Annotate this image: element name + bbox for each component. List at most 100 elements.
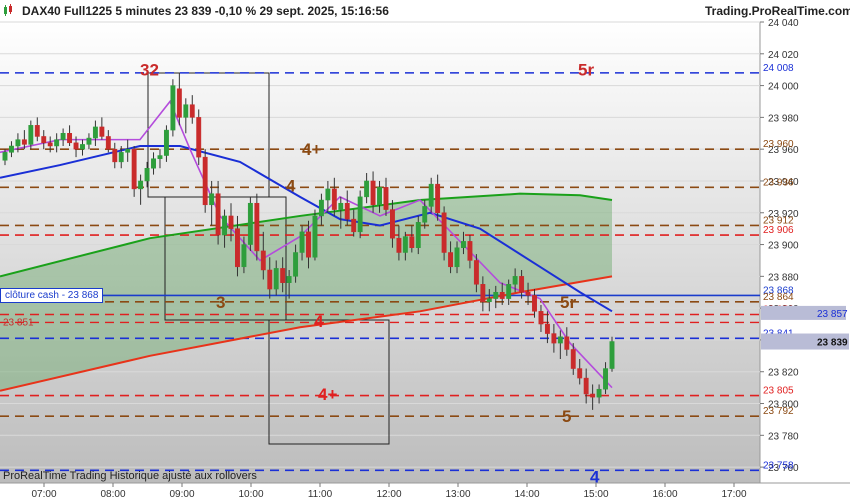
cloture-cash-label: clôture cash - 23 868 <box>0 288 104 304</box>
x-tick-label: 12:00 <box>376 489 401 500</box>
candle-body <box>383 187 389 210</box>
price-chart[interactable]: 23 76023 78023 80023 82023 84023 86023 8… <box>0 0 850 500</box>
candle-body <box>144 167 150 182</box>
candle-body <box>21 139 27 145</box>
candle-body <box>105 136 111 150</box>
candle-body <box>209 193 215 206</box>
level-label: 23 805 <box>763 386 794 397</box>
candle-body <box>402 236 408 253</box>
candle-body <box>396 237 402 253</box>
candle-body <box>364 180 370 198</box>
candle-body <box>415 222 421 248</box>
candle-body <box>9 145 14 153</box>
candle-body <box>357 196 363 233</box>
candle-body <box>176 88 182 118</box>
level-label: 23 864 <box>763 292 794 303</box>
level-annotation: 3 <box>216 293 225 312</box>
candle-body <box>473 260 479 285</box>
candle-body <box>267 269 273 290</box>
candle-body <box>241 244 247 268</box>
candle-body <box>28 125 34 145</box>
candle-body <box>409 236 415 248</box>
candle-body <box>86 137 92 145</box>
candle-body <box>125 148 131 153</box>
y-tick-label: 23 900 <box>768 241 799 252</box>
level-annotation: 5r <box>578 61 594 80</box>
candle-body <box>67 133 73 144</box>
candle-body <box>583 377 589 395</box>
y-tick-label: 23 820 <box>768 368 799 379</box>
candle-body <box>47 142 53 147</box>
candle-body <box>99 126 105 137</box>
y-tick-label: 24 020 <box>768 50 799 61</box>
extra-price-label: 23 857 <box>817 309 848 320</box>
x-tick-label: 10:00 <box>238 489 263 500</box>
candle-body <box>92 126 98 139</box>
candle-body <box>331 188 337 210</box>
left-level-label: 23 851 <box>3 317 34 328</box>
candle-body <box>577 368 583 379</box>
level-annotation: 5r <box>560 293 576 312</box>
candle-body <box>15 139 21 147</box>
candle-body <box>131 148 137 190</box>
candle-body <box>603 368 608 390</box>
candle-body <box>163 129 169 156</box>
x-tick-label: 13:00 <box>445 489 470 500</box>
candle-body <box>538 311 544 325</box>
candle-body <box>73 142 79 150</box>
candle-body <box>280 268 286 283</box>
x-tick-label: 15:00 <box>583 489 608 500</box>
candle-body <box>2 152 8 161</box>
candle-body <box>493 291 499 299</box>
chart-footer: ProRealTime Trading Historique ajusté au… <box>3 470 257 482</box>
candle-body <box>557 336 563 344</box>
level-label: 23 758 <box>763 460 794 471</box>
candle-body <box>80 144 85 150</box>
candle-body <box>235 228 240 268</box>
level-annotation: 4 <box>590 468 600 487</box>
candle-body <box>183 104 189 118</box>
candle-body <box>112 148 118 163</box>
x-tick-label: 07:00 <box>31 489 56 500</box>
candle-body <box>570 349 576 369</box>
candle-body <box>377 187 382 206</box>
candle-body <box>428 183 434 207</box>
candle-body <box>519 276 525 293</box>
candle-body <box>215 193 221 236</box>
candle-body <box>467 241 473 261</box>
candle-body <box>260 250 266 271</box>
x-tick-label: 08:00 <box>100 489 125 500</box>
candle-body <box>338 202 344 210</box>
candle-body <box>422 206 428 223</box>
candle-body <box>596 388 602 398</box>
candle-body <box>151 158 156 169</box>
candle-body <box>273 268 279 290</box>
level-annotation: 4+ <box>302 140 321 159</box>
candle-body <box>454 247 460 268</box>
candle-body <box>590 393 596 398</box>
x-tick-label: 17:00 <box>721 489 746 500</box>
candle-body <box>325 188 331 201</box>
x-tick-label: 09:00 <box>169 489 194 500</box>
candle-body <box>286 276 292 283</box>
candle-body <box>506 284 512 299</box>
candle-body <box>299 231 305 253</box>
candle-body <box>60 133 66 140</box>
candle-body <box>196 117 202 158</box>
level-label: 23 960 <box>763 139 794 150</box>
candle-body <box>54 139 60 147</box>
candle-body <box>118 152 124 163</box>
level-label: 24 008 <box>763 63 794 74</box>
candle-body <box>486 298 492 303</box>
level-annotation: 4 <box>286 177 296 196</box>
candle-body <box>370 180 376 206</box>
candle-body <box>189 104 195 118</box>
candle-body <box>389 209 395 239</box>
level-annotation: 4 <box>314 312 324 331</box>
candle-body <box>34 125 40 137</box>
candle-body <box>564 336 570 350</box>
candle-body <box>293 252 299 277</box>
candle-body <box>461 241 466 248</box>
candle-body <box>312 215 318 258</box>
candle-body <box>344 202 350 220</box>
